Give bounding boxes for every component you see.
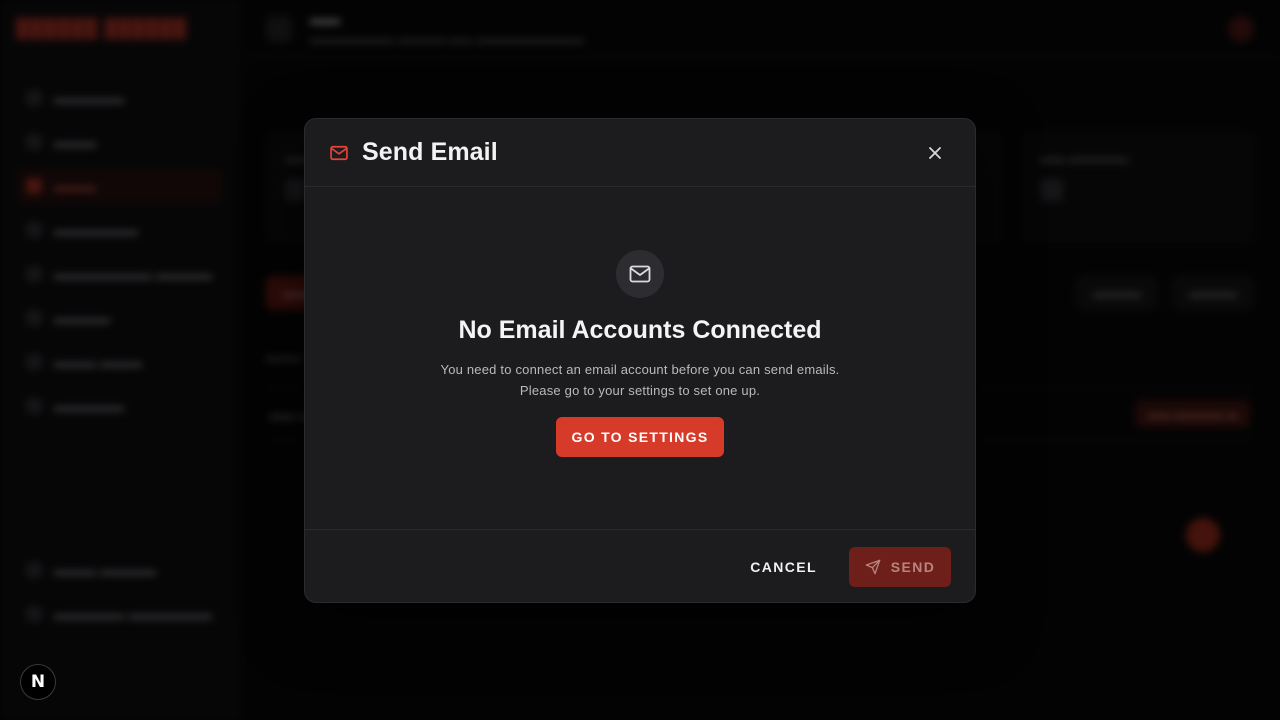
modal-footer: CANCEL SEND	[305, 529, 975, 602]
empty-state-icon	[616, 250, 664, 298]
nextjs-dev-badge[interactable]: N	[20, 664, 56, 700]
empty-state-title: No Email Accounts Connected	[458, 316, 822, 344]
modal-header: Send Email	[305, 119, 975, 187]
send-button-label: SEND	[890, 558, 936, 575]
modal-body: No Email Accounts Connected You need to …	[305, 187, 975, 529]
modal-title: Send Email	[362, 138, 498, 166]
nextjs-logo-icon: N	[30, 672, 46, 692]
send-button[interactable]: SEND	[849, 546, 951, 587]
mail-icon	[329, 143, 349, 163]
mail-icon	[629, 265, 651, 283]
cancel-button[interactable]: CANCEL	[746, 559, 821, 575]
close-button[interactable]	[925, 143, 945, 163]
send-icon	[865, 559, 881, 574]
empty-state-description: You need to connect an email account bef…	[440, 362, 840, 398]
go-to-settings-button[interactable]: GO TO SETTINGS	[555, 417, 725, 457]
close-icon	[929, 147, 941, 159]
send-email-modal: Send Email No Email Accounts Connected Y…	[304, 118, 976, 603]
